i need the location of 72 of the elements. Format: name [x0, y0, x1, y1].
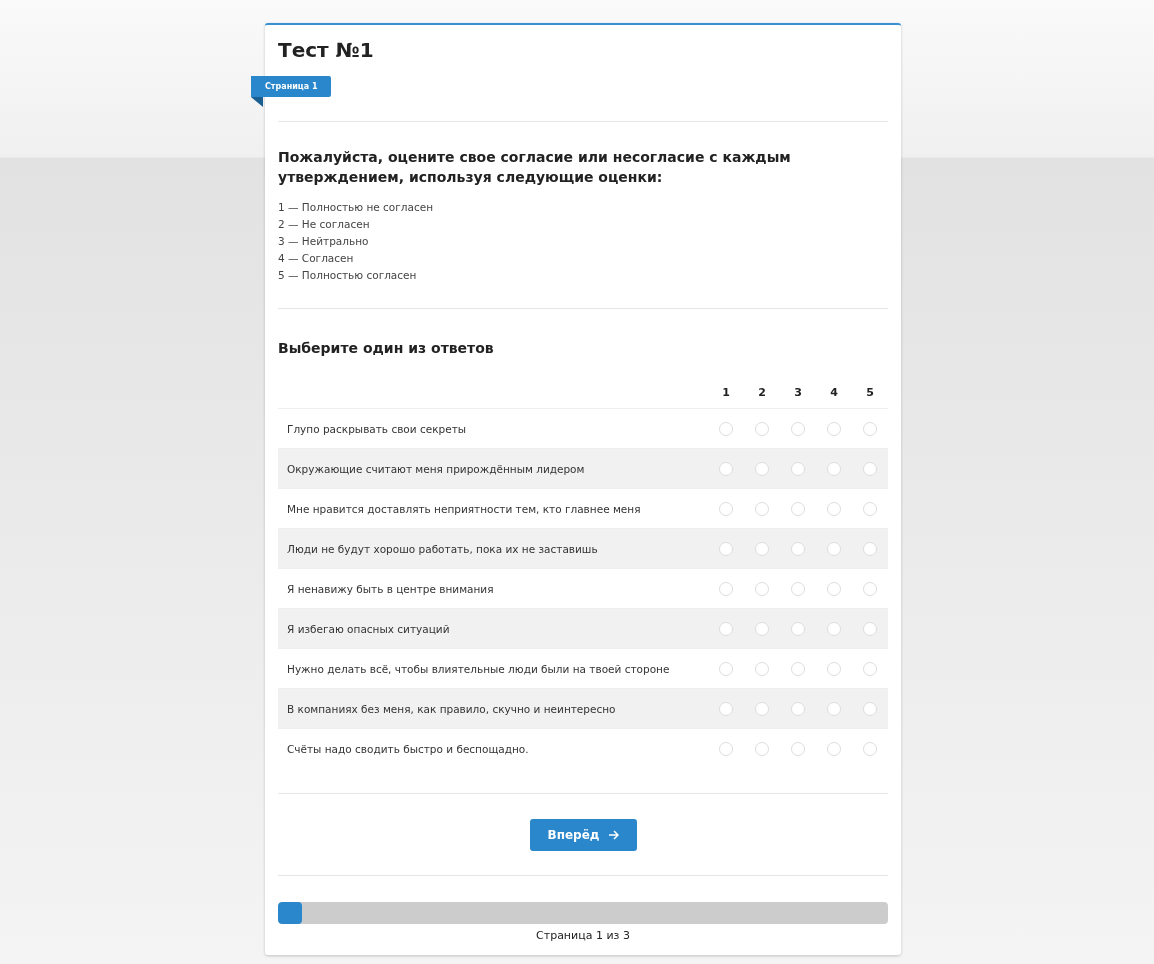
- column-header: 1: [721, 385, 731, 399]
- radio-button[interactable]: [863, 741, 877, 756]
- radio-button[interactable]: [791, 421, 805, 436]
- statement-text: Нужно делать всё, чтобы влиятельные люди были на твоей стороне: [287, 662, 670, 675]
- radio-button[interactable]: [791, 741, 805, 756]
- radio-button[interactable]: [827, 421, 841, 436]
- progress-label: Страница 1 из 3: [535, 929, 631, 942]
- radio-button[interactable]: [863, 501, 877, 516]
- page-tag: Страница 1: [251, 76, 332, 97]
- radio-button[interactable]: [791, 661, 805, 676]
- radio-button[interactable]: [755, 581, 769, 596]
- ribbon-fold-icon: [251, 97, 263, 107]
- statement-text: В компаниях без меня, как правило, скучно и неинтересно: [287, 702, 616, 715]
- radio-button[interactable]: [827, 621, 841, 636]
- radio-button[interactable]: [827, 501, 841, 516]
- radio-button[interactable]: [863, 661, 877, 676]
- radio-button[interactable]: [863, 621, 877, 636]
- radio-button[interactable]: [719, 701, 733, 716]
- radio-button[interactable]: [719, 741, 733, 756]
- radio-button[interactable]: [755, 621, 769, 636]
- question-title: Выберите один из ответов: [278, 340, 495, 356]
- radio-button[interactable]: [863, 701, 877, 716]
- statement-text: Я ненавижу быть в центре внимания: [287, 582, 494, 595]
- statement-text: Мне нравится доставлять неприятности тем, кто главнее меня: [287, 502, 641, 515]
- radio-button[interactable]: [791, 541, 805, 556]
- radio-button[interactable]: [755, 461, 769, 476]
- next-button[interactable]: Вперёд: [529, 819, 637, 851]
- statement-text: Люди не будут хорошо работать, пока их не заставишь: [287, 542, 598, 555]
- scale-item: 4 — Согласен: [278, 251, 355, 266]
- radio-button[interactable]: [863, 581, 877, 596]
- scale-item: 1 — Полностью не согласен: [278, 200, 435, 215]
- radio-button[interactable]: [827, 541, 841, 556]
- radio-button[interactable]: [755, 741, 769, 756]
- radio-button[interactable]: [791, 581, 805, 596]
- radio-button[interactable]: [863, 541, 877, 556]
- radio-button[interactable]: [863, 421, 877, 436]
- radio-button[interactable]: [827, 461, 841, 476]
- arrow-right-icon: [607, 830, 619, 840]
- statement-text: Я избегаю опасных ситуаций: [287, 622, 450, 635]
- radio-button[interactable]: [719, 501, 733, 516]
- instruction-text: Пожалуйста, оцените свое согласие или несогласие с каждым утверждением, используя следующие оценки:: [278, 148, 792, 187]
- radio-button[interactable]: [755, 421, 769, 436]
- statement-text: Окружающие считают меня прирождённым лидером: [287, 462, 585, 475]
- radio-button[interactable]: [827, 661, 841, 676]
- radio-button[interactable]: [755, 541, 769, 556]
- radio-button[interactable]: [827, 741, 841, 756]
- column-header: 3: [793, 385, 803, 399]
- radio-button[interactable]: [863, 461, 877, 476]
- radio-button[interactable]: [791, 501, 805, 516]
- radio-button[interactable]: [791, 701, 805, 716]
- column-header: 4: [829, 385, 839, 399]
- radio-button[interactable]: [719, 421, 733, 436]
- radio-button[interactable]: [719, 581, 733, 596]
- radio-button[interactable]: [827, 701, 841, 716]
- survey-title: Тест №1: [278, 37, 375, 63]
- radio-button[interactable]: [755, 701, 769, 716]
- radio-button[interactable]: [719, 661, 733, 676]
- radio-button[interactable]: [719, 621, 733, 636]
- column-header: 2: [757, 385, 767, 399]
- radio-button[interactable]: [719, 461, 733, 476]
- radio-button[interactable]: [755, 501, 769, 516]
- radio-button[interactable]: [791, 461, 805, 476]
- radio-button[interactable]: [827, 581, 841, 596]
- column-header: 5: [865, 385, 875, 399]
- scale-item: 2 — Не согласен: [278, 217, 371, 232]
- radio-button[interactable]: [791, 621, 805, 636]
- scale-item: 3 — Нейтрально: [278, 234, 370, 249]
- statement-text: Глупо раскрывать свои секреты: [287, 422, 467, 435]
- statement-text: Счёты надо сводить быстро и беспощадно.: [287, 742, 529, 755]
- scale-item: 5 — Полностью согласен: [278, 268, 418, 283]
- radio-button[interactable]: [755, 661, 769, 676]
- radio-button[interactable]: [719, 541, 733, 556]
